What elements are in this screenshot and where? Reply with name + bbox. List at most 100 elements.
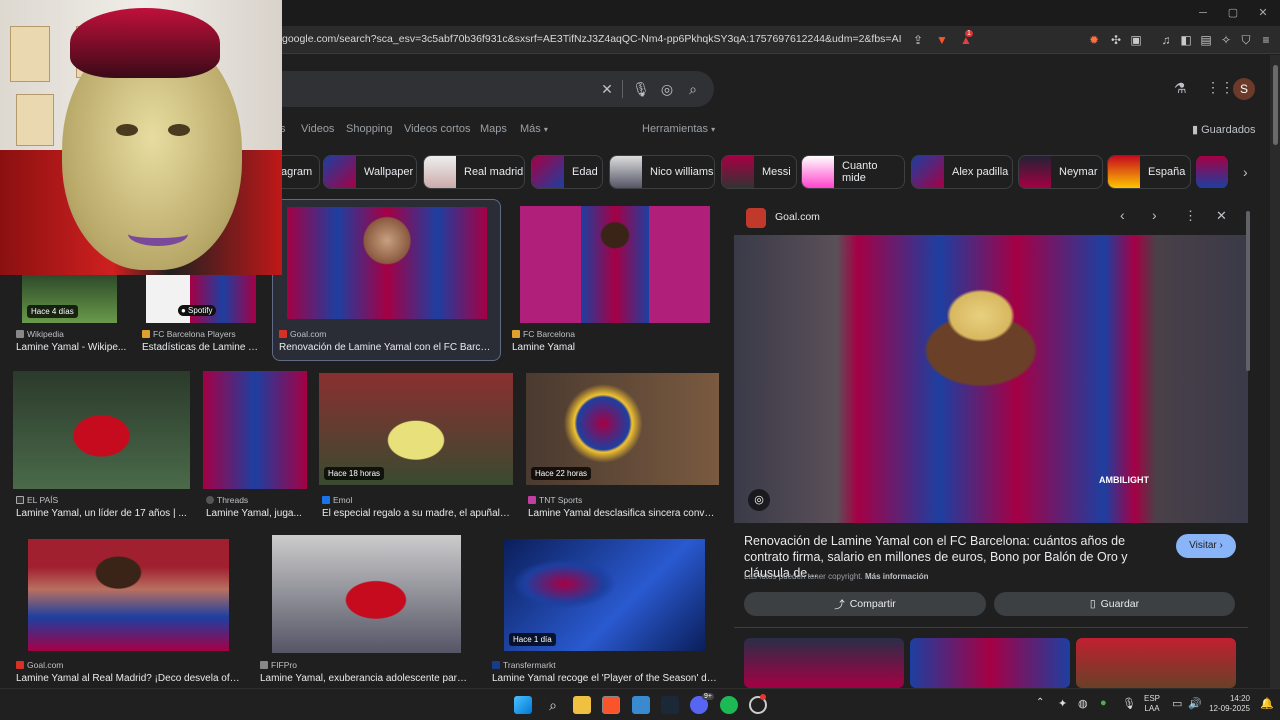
result-image[interactable] xyxy=(520,206,710,323)
clock[interactable]: 14:20 12-09-2025 xyxy=(1206,694,1250,714)
result-caption[interactable]: Renovación de Lamine Yamal con el FC Bar… xyxy=(279,342,491,353)
share-button[interactable]: ⤴ Compartir xyxy=(744,592,986,616)
tab-shopping[interactable]: Shopping xyxy=(346,123,393,135)
wallet-icon[interactable]: ▤ xyxy=(1198,32,1214,48)
saved-label: Guardados xyxy=(1201,124,1256,136)
labs-icon[interactable]: ⚗ xyxy=(1174,80,1187,97)
chip-alex-padilla[interactable]: Alex padilla xyxy=(911,155,1013,189)
notifications-icon[interactable]: 🔔 xyxy=(1260,697,1274,710)
steam-icon[interactable] xyxy=(661,696,679,714)
tray-steam-icon[interactable]: ◍ xyxy=(1078,697,1088,710)
result-caption[interactable]: El especial regalo a su madre, el apuñal… xyxy=(322,508,512,519)
page-scrollbar[interactable] xyxy=(1270,55,1280,688)
language-indicator[interactable]: ESP LAA xyxy=(1144,694,1160,714)
result-image[interactable] xyxy=(272,535,461,653)
menu-icon[interactable]: ≡ xyxy=(1258,32,1274,48)
save-button[interactable]: ▯ Guardar xyxy=(994,592,1235,616)
result-image[interactable] xyxy=(287,207,487,319)
related-image[interactable] xyxy=(744,638,904,688)
chip-cuanto-mide[interactable]: Cuanto mide xyxy=(801,155,905,189)
result-image[interactable] xyxy=(13,371,190,489)
brave-browser-icon[interactable] xyxy=(602,696,620,714)
visit-button[interactable]: Visitar › xyxy=(1176,534,1236,558)
sidebar-icon[interactable]: ◧ xyxy=(1178,32,1194,48)
chip-espana[interactable]: España xyxy=(1107,155,1191,189)
chip-real-madrid[interactable]: Real madrid xyxy=(423,155,525,189)
result-caption[interactable]: Lamine Yamal recoge el 'Player of the Se… xyxy=(492,673,717,684)
clear-icon[interactable]: ✕ xyxy=(598,80,616,98)
minimize-icon[interactable]: ─ xyxy=(1196,6,1210,20)
avatar[interactable]: S xyxy=(1233,78,1255,100)
leo-ai-icon[interactable]: ✧ xyxy=(1218,32,1234,48)
result-image[interactable]: Hace 4 días xyxy=(22,275,117,323)
result-image[interactable]: Hace 1 día xyxy=(504,539,705,651)
brave-shield-icon[interactable]: ▼ xyxy=(934,32,950,48)
chip-edad[interactable]: Edad xyxy=(531,155,603,189)
tab-maps[interactable]: Maps xyxy=(480,123,507,135)
tray-app-icon[interactable]: ✦ xyxy=(1058,697,1067,710)
screenshot-icon[interactable]: ▣ xyxy=(1128,32,1144,48)
result-image[interactable]: Hace 22 horas xyxy=(526,373,719,485)
close-window-icon[interactable]: ✕ xyxy=(1256,6,1270,20)
tray-mic-icon[interactable]: 🎙 xyxy=(1122,697,1136,710)
result-caption[interactable]: Lamine Yamal - Wikipe... xyxy=(16,342,136,353)
panel-source[interactable]: Goal.com xyxy=(775,211,820,223)
chip-messi[interactable]: Messi xyxy=(721,155,797,189)
visit-label: Visitar xyxy=(1189,540,1217,551)
result-caption[interactable]: Lamine Yamal, un líder de 17 años | ... xyxy=(16,508,191,519)
windows-start-icon[interactable] xyxy=(514,696,532,714)
spotify-icon[interactable] xyxy=(720,696,738,714)
lens-icon[interactable]: ◎ xyxy=(658,80,676,98)
network-icon[interactable]: ▭ xyxy=(1172,697,1182,710)
extension-fire-icon[interactable]: ✹ xyxy=(1086,32,1102,48)
panel-scrollbar[interactable] xyxy=(1246,211,1250,371)
maximize-icon[interactable]: ▢ xyxy=(1226,6,1240,20)
volume-icon[interactable]: 🔊 xyxy=(1188,697,1202,710)
chip-nico-williams[interactable]: Nico williams xyxy=(609,155,715,189)
more-info-link[interactable]: Más información xyxy=(865,572,929,581)
chip-more[interactable] xyxy=(1196,155,1228,189)
result-caption[interactable]: Lamine Yamal xyxy=(512,342,712,353)
result-caption[interactable]: Estadísticas de Lamine Y... xyxy=(142,342,260,353)
tray-xbox-icon[interactable]: ● xyxy=(1100,697,1107,709)
scrollbar-thumb[interactable] xyxy=(1273,65,1278,145)
share-icon[interactable]: ⇪ xyxy=(910,32,926,48)
result-caption[interactable]: Lamine Yamal desclasifica sincera conver… xyxy=(528,508,718,519)
search-icon[interactable]: ⌕ xyxy=(544,696,562,714)
saved-button[interactable]: ▮ Guardados xyxy=(1192,123,1256,136)
result-image[interactable]: Hace 18 horas xyxy=(319,373,513,485)
url-field[interactable]: google.com/search?sca_esv=3c5abf70b36f93… xyxy=(282,33,902,45)
related-image[interactable] xyxy=(1076,638,1236,688)
next-icon[interactable]: › xyxy=(1152,207,1157,223)
chip-label: España xyxy=(1148,166,1186,178)
lens-icon[interactable]: ◎ xyxy=(748,489,770,511)
chip-wallpaper[interactable]: Wallpaper xyxy=(323,155,417,189)
prev-icon[interactable]: ‹ xyxy=(1120,207,1125,223)
mic-icon[interactable]: 🎙 xyxy=(632,80,650,98)
result-image[interactable]: ● Spotify xyxy=(146,275,256,323)
close-icon[interactable]: ✕ xyxy=(1216,208,1227,224)
tab-more[interactable]: Más ▾ xyxy=(520,123,548,135)
result-caption[interactable]: Lamine Yamal, exuberancia adolescente pa… xyxy=(260,673,472,684)
tab-videos[interactable]: Videos xyxy=(301,123,334,135)
chip-neymar[interactable]: Neymar xyxy=(1018,155,1103,189)
search-icon[interactable]: ⌕ xyxy=(684,80,702,98)
music-icon[interactable]: ♫ xyxy=(1158,32,1174,48)
result-caption[interactable]: Lamine Yamal, juga... xyxy=(206,508,306,519)
result-image[interactable] xyxy=(28,539,229,651)
related-image[interactable] xyxy=(910,638,1070,688)
extensions-icon[interactable]: ✣ xyxy=(1108,32,1124,48)
result-caption[interactable]: Lamine Yamal al Real Madrid? ¡Deco desve… xyxy=(16,673,242,684)
search-box[interactable]: ✕ 🎙 ◎ ⌕ xyxy=(250,71,714,107)
preview-image[interactable]: AMBILIGHT ◎ xyxy=(734,235,1248,523)
chevron-right-icon[interactable]: › xyxy=(1243,164,1248,180)
tools-button[interactable]: Herramientas ▾ xyxy=(642,123,715,135)
vpn-icon[interactable]: ⛉ xyxy=(1238,32,1254,48)
chevron-up-icon[interactable]: ⌃ xyxy=(1036,697,1044,708)
more-options-icon[interactable]: ⋮ xyxy=(1184,208,1197,224)
photos-icon[interactable] xyxy=(632,696,650,714)
tab-short-videos[interactable]: Videos cortos xyxy=(404,123,470,135)
file-explorer-icon[interactable] xyxy=(573,696,591,714)
apps-icon[interactable]: ⋮⋮ xyxy=(1206,79,1234,96)
result-image[interactable] xyxy=(203,371,307,489)
